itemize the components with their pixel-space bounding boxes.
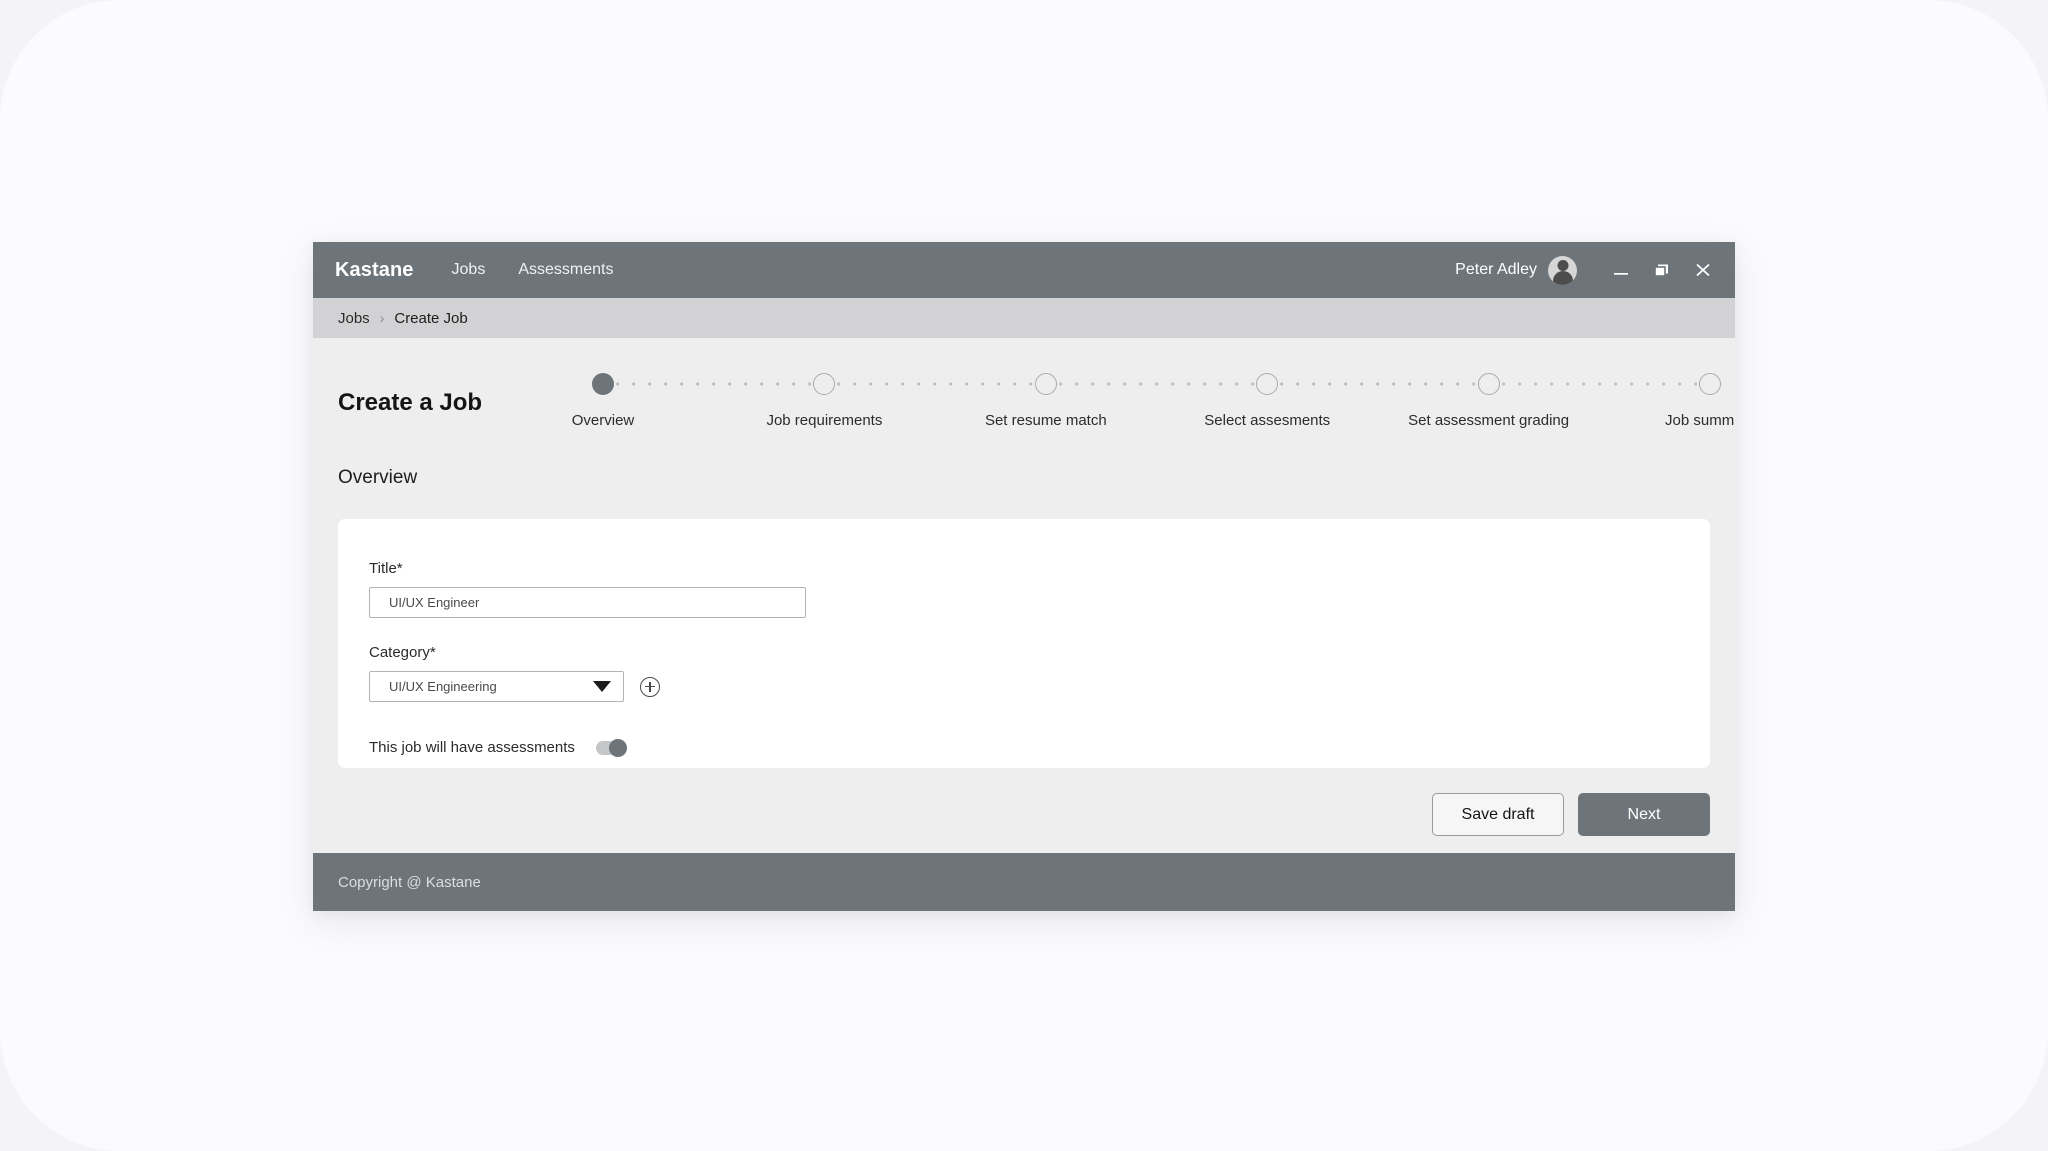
step-label-set-resume-match: Set resume match [984,412,1107,429]
page-title: Create a Job [338,389,483,416]
step-connector-4 [1270,373,1486,395]
assessments-toggle[interactable] [595,738,627,757]
title-input[interactable]: UI/UX Engineer [369,587,806,618]
main-nav: Jobs Assessments [452,261,614,279]
step-label-job-requirements: Job requirements [766,412,883,429]
minimize-icon[interactable] [1611,260,1631,280]
breadcrumb-item-create-job: Create Job [394,309,468,327]
overview-form-card: Title* UI/UX Engineer Category* UI/UX En… [338,519,1710,768]
restore-icon[interactable] [1652,260,1672,280]
progress-stepper: Overview Job requirements Set resume mat… [572,373,1735,429]
step-label-overview: Overview [571,412,635,429]
section-title: Overview [338,467,418,488]
next-button[interactable]: Next [1578,793,1710,836]
avatar[interactable] [1548,255,1577,285]
avatar-head-shape [1557,259,1568,271]
step-label-job-summary: Job summary [1665,412,1735,429]
app-brand: Kastane [335,258,414,281]
dotted-line [1048,382,1265,386]
category-select-value: UI/UX Engineering [389,679,497,694]
step-node-job-summary[interactable] [1699,373,1722,395]
app-window: Kastane Jobs Assessments Peter Adley Job… [313,242,1735,911]
category-field-label: Category* [369,644,436,661]
form-actions: Save draft Next [338,793,1710,836]
chevron-right-icon: › [379,310,385,326]
toggle-knob [608,738,627,757]
step-connector-2 [827,373,1043,395]
dotted-line [606,382,822,386]
page-header-row: Create a Job Overview Job requirements S… [338,338,1735,429]
title-field-label: Title* [369,560,403,577]
nav-link-assessments[interactable]: Assessments [518,261,613,279]
plus-circle-icon[interactable] [640,676,660,697]
assessments-toggle-label: This job will have assessments [369,739,575,756]
step-label-set-assessment-grading: Set assessment grading [1408,412,1570,429]
chevron-down-icon [593,681,611,692]
main-content: Create a Job Overview Job requirements S… [313,338,1735,853]
category-field-group: Category* UI/UX Engineering [369,644,1710,702]
step-connector-3 [1048,373,1265,395]
title-field-group: Title* UI/UX Engineer [369,560,1710,618]
step-connector-1 [606,373,822,395]
save-draft-button[interactable]: Save draft [1432,793,1564,836]
category-select[interactable]: UI/UX Engineering [369,671,624,702]
step-connector-5 [1491,373,1708,395]
breadcrumb: Jobs › Create Job [313,298,1735,338]
dotted-line [1270,382,1486,386]
close-icon[interactable] [1693,260,1713,280]
step-label-select-assesments: Select assesments [1204,412,1331,429]
user-name: Peter Adley [1455,261,1537,278]
window-controls [1611,260,1713,280]
titlebar: Kastane Jobs Assessments Peter Adley [313,242,1735,298]
breadcrumb-item-jobs[interactable]: Jobs [338,310,370,327]
footer-copyright: Copyright @ Kastane [338,873,481,891]
nav-link-jobs[interactable]: Jobs [452,261,486,279]
assessments-toggle-row: This job will have assessments [369,738,1710,757]
avatar-body-shape [1552,270,1573,285]
user-menu[interactable]: Peter Adley [1455,255,1577,285]
dotted-line [827,382,1043,386]
dotted-line [1491,382,1708,386]
category-select-row: UI/UX Engineering [369,671,1710,702]
footer: Copyright @ Kastane [313,853,1735,911]
